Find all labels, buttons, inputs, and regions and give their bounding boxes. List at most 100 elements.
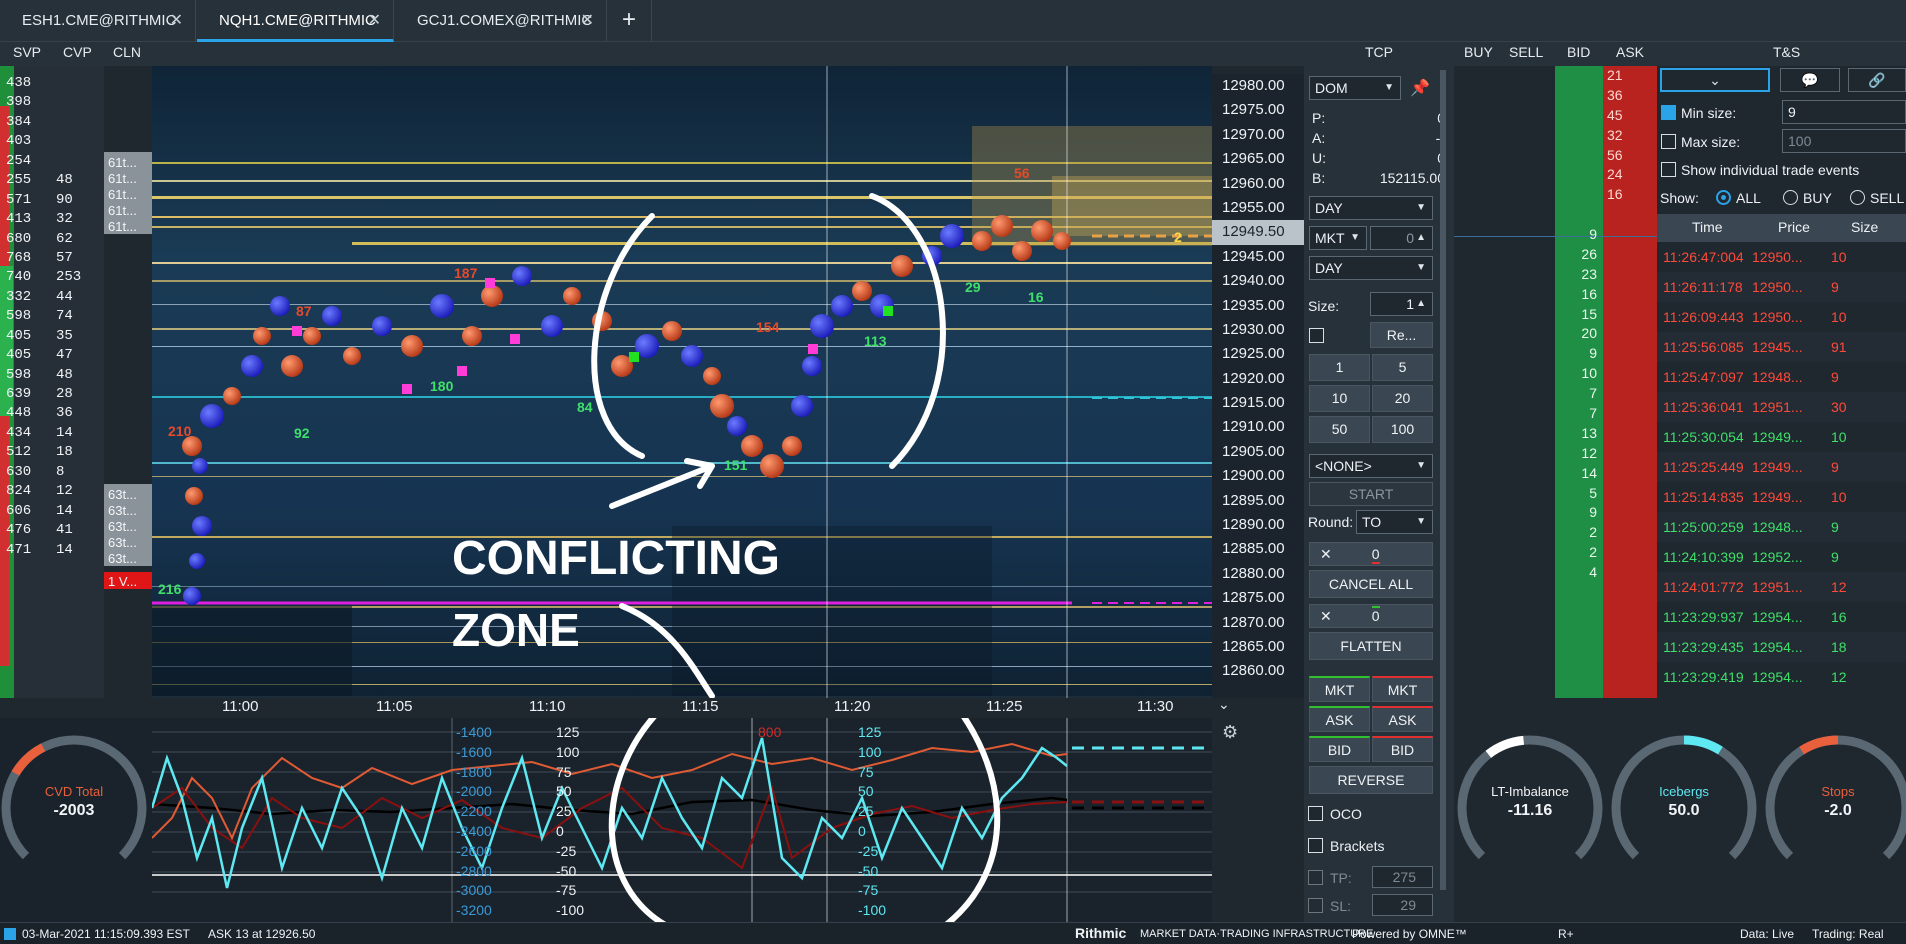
size-button-20[interactable]: 20 — [1372, 385, 1433, 412]
gauge-label: LT-Imbalance — [1491, 784, 1569, 799]
ts-time: 11:23:29:937 — [1663, 609, 1744, 625]
heatmap-chart[interactable]: 210 216 92 180 84 151 154 113 29 16 187 … — [152, 66, 1212, 698]
buy-ask-button[interactable]: ASK — [1309, 706, 1370, 732]
sell-mkt-button[interactable]: MKT — [1372, 676, 1433, 702]
tab-gcj1[interactable]: GCJ1.COMEX@RITHMIC ✕ — [395, 0, 607, 42]
ts-col-time[interactable]: Time — [1692, 219, 1723, 235]
strategy-dropdown[interactable]: <NONE> ▼ — [1309, 454, 1433, 478]
radio-sell[interactable] — [1850, 190, 1865, 205]
reverse-button[interactable]: REVERSE — [1309, 766, 1433, 794]
bid-header[interactable]: BID — [1567, 44, 1590, 60]
ts-col-size[interactable]: Size — [1851, 219, 1878, 235]
cln-label: 61t... — [108, 187, 137, 202]
chevron-down-icon[interactable]: ⌄ — [1218, 696, 1230, 713]
buy-bid-button[interactable]: BID — [1309, 736, 1370, 762]
indicator-axis-label: -75 — [858, 882, 879, 899]
indicator-axis-label: -2200 — [456, 803, 492, 820]
start-button[interactable]: START — [1309, 482, 1433, 506]
flatten-button[interactable]: FLATTEN — [1309, 632, 1433, 660]
gauge-value: -11.16 — [1507, 802, 1553, 819]
tcp-header: TCP — [1365, 44, 1393, 60]
vol-label: 92 — [294, 425, 310, 441]
tcp-scrollbar[interactable] — [1440, 70, 1446, 890]
sell-ask-button[interactable]: ASK — [1372, 706, 1433, 732]
price-level: 12975.00 — [1222, 101, 1285, 119]
size-stepper[interactable]: 1 ▲ — [1370, 292, 1433, 316]
mode-value: DOM — [1315, 80, 1348, 96]
tp-checkbox[interactable] — [1308, 870, 1323, 885]
flatten-qty[interactable]: ✕ 0 — [1309, 604, 1433, 628]
size-button-10[interactable]: 10 — [1309, 385, 1370, 412]
price-level: 12945.00 — [1222, 247, 1285, 265]
order-type-dropdown[interactable]: MKT ▼ — [1309, 226, 1367, 250]
tab-nqh1[interactable]: NQH1.CME@RITHMIC ✕ — [197, 0, 394, 42]
ts-price: 12950... — [1752, 279, 1803, 295]
tif-dropdown[interactable]: DAY ▼ — [1309, 196, 1433, 220]
gear-icon[interactable]: ⚙ — [1222, 722, 1238, 743]
time-axis — [0, 698, 1212, 718]
size-button-100[interactable]: 100 — [1372, 416, 1433, 443]
gauge-fill — [1799, 735, 1839, 755]
ts-time: 11:25:36:041 — [1663, 399, 1744, 415]
ts-col-price[interactable]: Price — [1778, 219, 1810, 235]
svp-header[interactable]: SVP — [13, 44, 41, 60]
cvd-chart[interactable] — [152, 718, 1212, 922]
gauge-value: 50.0 — [1668, 802, 1700, 819]
b-value: 152115.00 — [1379, 170, 1445, 186]
radio-all[interactable] — [1716, 190, 1731, 205]
max-size-input[interactable]: 100 — [1782, 129, 1906, 153]
link-icon[interactable]: 🔗 — [1848, 68, 1906, 92]
close-icon[interactable]: ✕ — [170, 0, 183, 42]
sl-checkbox[interactable] — [1308, 898, 1323, 913]
status-datetime: 03-Mar-2021 11:15:09.393 EST — [22, 927, 190, 941]
pin-icon[interactable]: 📌 — [1410, 78, 1430, 98]
re-checkbox[interactable] — [1309, 328, 1324, 343]
tif2-dropdown[interactable]: DAY ▼ — [1309, 256, 1433, 280]
tab-bar: ESH1.CME@RITHMIC ✕ NQH1.CME@RITHMIC ✕ GCJ1… — [0, 0, 1906, 42]
sl-stepper[interactable]: 29 — [1372, 894, 1433, 916]
chat-icon[interactable]: 💬 — [1780, 68, 1840, 92]
cvp-header[interactable]: CVP — [63, 44, 92, 60]
brackets-checkbox[interactable] — [1308, 838, 1323, 853]
tab-esh1[interactable]: ESH1.CME@RITHMIC ✕ — [0, 0, 196, 42]
cln-header[interactable]: CLN — [113, 44, 141, 60]
add-tab-button[interactable]: + — [608, 0, 652, 42]
size-button-1[interactable]: 1 — [1309, 354, 1370, 381]
bid-size: 15 — [1581, 305, 1597, 322]
close-icon: ✕ — [1320, 546, 1332, 562]
bid-size: 13 — [1581, 424, 1597, 441]
sell-bid-button[interactable]: BID — [1372, 736, 1433, 762]
size-button-5[interactable]: 5 — [1372, 354, 1433, 381]
re-button[interactable]: Re... — [1370, 322, 1433, 348]
ts-filter-dropdown[interactable]: ⌄ — [1660, 68, 1770, 92]
app-icon — [4, 928, 16, 940]
cancel-all-button[interactable]: CANCEL ALL — [1309, 570, 1433, 598]
max-size-checkbox[interactable] — [1661, 134, 1676, 149]
close-icon[interactable]: ✕ — [368, 0, 381, 42]
vol-label: 154 — [756, 319, 780, 335]
buy-header[interactable]: BUY — [1464, 44, 1493, 60]
close-icon[interactable]: ✕ — [581, 0, 594, 42]
ask-header[interactable]: ASK — [1616, 44, 1644, 60]
tp-stepper[interactable]: 275 — [1372, 866, 1433, 888]
price-stepper[interactable]: 0 ▲ — [1370, 226, 1433, 250]
radio-all-label: ALL — [1736, 190, 1761, 206]
radio-buy[interactable] — [1783, 190, 1798, 205]
round-dropdown[interactable]: TO ▼ — [1356, 510, 1433, 534]
buy-mkt-button[interactable]: MKT — [1309, 676, 1370, 702]
sell-header[interactable]: SELL — [1509, 44, 1543, 60]
size-button-50[interactable]: 50 — [1309, 416, 1370, 443]
individual-trades-checkbox[interactable] — [1661, 162, 1676, 177]
min-size-checkbox[interactable] — [1661, 105, 1676, 120]
cancel-qty[interactable]: ✕ 0 — [1309, 542, 1433, 566]
data-status: Data: Live — [1740, 927, 1795, 941]
ts-size: 30 — [1831, 399, 1847, 415]
min-size-input[interactable]: 9 — [1782, 100, 1906, 124]
indicator-axis-label: -50 — [556, 862, 577, 879]
mode-dropdown[interactable]: DOM ▼ — [1309, 76, 1401, 100]
oco-checkbox[interactable] — [1308, 806, 1323, 821]
price-level: 12935.00 — [1222, 296, 1285, 314]
svp-value: 255 — [6, 172, 32, 189]
ts-price: 12950... — [1752, 309, 1803, 325]
cvp-value: 32 — [56, 211, 73, 228]
